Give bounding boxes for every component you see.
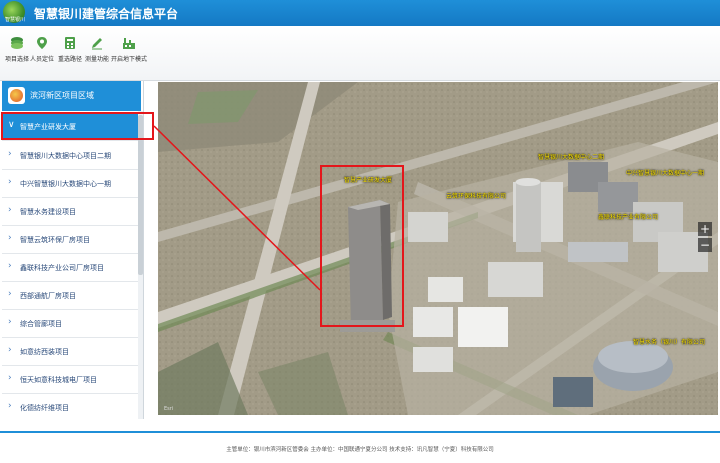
- footer: 主管单位：银川市滨河新区管委会 主办单位：中国联通宁夏分公司 技术支持：讯凡智慧…: [226, 447, 494, 453]
- footer-divider: [0, 431, 720, 433]
- callout-line: [153, 125, 321, 291]
